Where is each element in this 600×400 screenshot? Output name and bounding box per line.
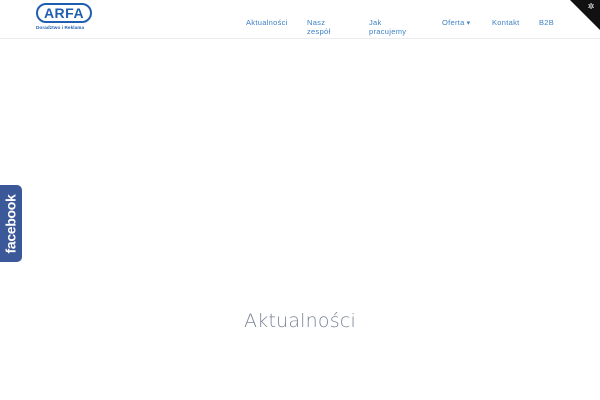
site-header: ARFA Doradztwo i Reklama Aktualności Nas… bbox=[0, 0, 600, 39]
nav-label: zespół bbox=[307, 27, 331, 36]
nav-item-nasz-zespol[interactable]: Nasz zespół bbox=[307, 18, 330, 36]
nav-label: Aktualności bbox=[246, 18, 288, 27]
nav-label: Kontakt bbox=[492, 18, 520, 27]
corner-toggle[interactable] bbox=[570, 0, 600, 30]
facebook-tab[interactable]: facebook bbox=[0, 185, 22, 262]
nav-item-aktualnosci[interactable]: Aktualności bbox=[246, 18, 288, 27]
nav-label: B2B bbox=[539, 18, 555, 27]
chevron-down-icon: ▾ bbox=[466, 20, 471, 27]
nav-item-oferta[interactable]: Oferta ▾ bbox=[442, 18, 470, 28]
nav-label: Oferta bbox=[442, 18, 465, 27]
page: ARFA Doradztwo i Reklama Aktualności Nas… bbox=[0, 0, 600, 400]
nav-item-kontakt[interactable]: Kontakt bbox=[492, 18, 520, 27]
nav-label: Jak bbox=[369, 18, 382, 27]
page-title: Aktualności bbox=[244, 310, 356, 332]
nav-item-b2b[interactable]: B2B bbox=[539, 18, 554, 27]
nav-item-jak-pracujemy[interactable]: Jak pracujemy bbox=[369, 18, 406, 36]
gear-icon[interactable]: ✲ bbox=[587, 3, 595, 11]
nav-label: Nasz bbox=[307, 18, 326, 27]
nav-label: pracujemy bbox=[369, 27, 407, 36]
facebook-tab-label: facebook bbox=[3, 193, 19, 254]
main-nav: Aktualności Nasz zespół Jak pracujemy Of… bbox=[0, 18, 600, 38]
